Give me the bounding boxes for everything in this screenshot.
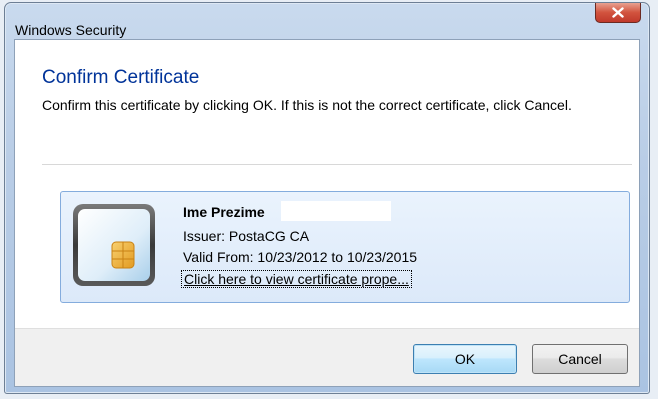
redaction-box xyxy=(281,201,391,221)
certificate-validity: Valid From: 10/23/2012 to 10/23/2015 xyxy=(183,249,418,265)
cancel-button[interactable]: Cancel xyxy=(532,344,628,374)
footer-divider xyxy=(15,328,639,329)
close-icon xyxy=(612,7,624,18)
dialog-instruction: Confirm this certificate by clicking OK.… xyxy=(42,97,572,113)
dialog-heading: Confirm Certificate xyxy=(42,67,200,88)
certificate-name: Ime Prezime xyxy=(183,204,265,220)
certificate-card-icon xyxy=(71,200,159,295)
certificate-tile[interactable]: Ime Prezime Issuer: PostaCG CA Valid Fro… xyxy=(60,191,630,303)
certificate-issuer: Issuer: PostaCG CA xyxy=(183,228,310,244)
view-certificate-properties-link[interactable]: Click here to view certificate prope... xyxy=(181,270,412,288)
window-title: Windows Security xyxy=(15,22,127,38)
divider xyxy=(42,164,632,165)
title-bar[interactable]: Windows Security xyxy=(5,3,649,38)
dialog-client-area: Confirm Certificate Confirm this certifi… xyxy=(14,39,640,387)
close-button[interactable] xyxy=(595,3,641,23)
ok-button[interactable]: OK xyxy=(413,344,517,374)
windows-security-dialog: Windows Security Confirm Certificate Con… xyxy=(4,2,650,394)
dialog-content: Confirm Certificate Confirm this certifi… xyxy=(15,40,639,328)
